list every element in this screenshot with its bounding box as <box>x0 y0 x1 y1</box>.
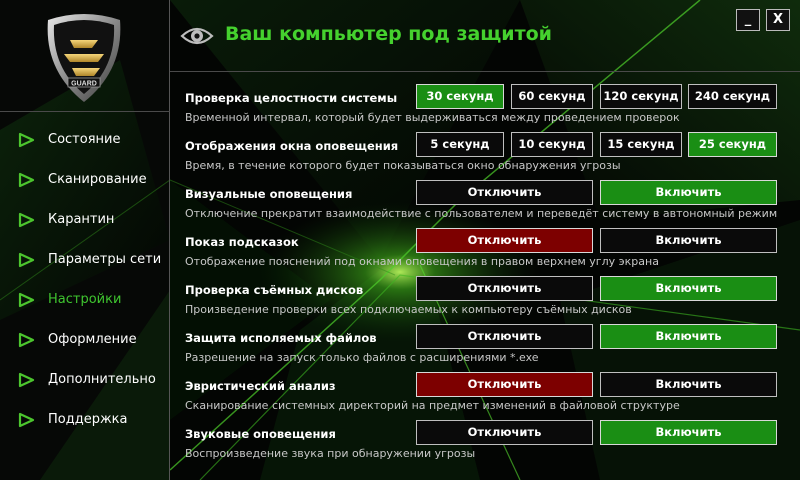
setting-executable-protection: Защита исполяемых файлов Отключить Включ… <box>170 322 800 370</box>
setting-visual-alerts: Визуальные оповещения Отключить Включить… <box>170 178 800 226</box>
setting-integrity-check: Проверка целостности системы 30 секунд 6… <box>170 82 800 130</box>
eye-icon <box>180 27 214 45</box>
setting-sound-alerts: Звуковые оповещения Отключить Включить В… <box>170 418 800 466</box>
play-arrow-icon <box>18 292 35 308</box>
setting-description: Разрешение на запуск только файлов с рас… <box>185 351 539 364</box>
sidebar-item-label: Параметры сети <box>48 252 162 267</box>
option-60-seconds[interactable]: 60 секунд <box>511 84 593 109</box>
header: Ваш компьютер под защитой _ X <box>170 0 800 72</box>
option-15-seconds[interactable]: 15 секунд <box>600 132 682 157</box>
logo-text: GUARD <box>71 81 97 88</box>
setting-description: Время, в течение которого будет показыва… <box>185 159 621 172</box>
sidebar: GUARD Состояние Сканирование Карантин Па… <box>0 0 170 480</box>
setting-label: Отображения окна оповещения <box>185 139 399 153</box>
setting-heuristic-analysis: Эвристический анализ Отключить Включить … <box>170 370 800 418</box>
enable-button[interactable]: Включить <box>600 180 777 205</box>
disable-button[interactable]: Отключить <box>416 228 593 253</box>
sidebar-item-additional[interactable]: Дополнительно <box>0 360 170 400</box>
setting-label: Визуальные оповещения <box>185 187 353 201</box>
option-10-seconds[interactable]: 10 секунд <box>511 132 593 157</box>
setting-description: Временной интервал, который будет выдерж… <box>185 111 680 124</box>
play-arrow-icon <box>18 252 35 268</box>
play-arrow-icon <box>18 172 35 188</box>
setting-label: Проверка съёмных дисков <box>185 283 364 297</box>
setting-show-hints: Показ подсказок Отключить Включить Отобр… <box>170 226 800 274</box>
sidebar-item-label: Состояние <box>48 132 121 147</box>
option-25-seconds[interactable]: 25 секунд <box>688 132 777 157</box>
setting-label: Эвристический анализ <box>185 379 336 393</box>
play-arrow-icon <box>18 372 35 388</box>
play-arrow-icon <box>18 412 35 428</box>
sidebar-item-label: Карантин <box>48 212 115 227</box>
sidebar-item-quarantine[interactable]: Карантин <box>0 200 170 240</box>
enable-button[interactable]: Включить <box>600 372 777 397</box>
sidebar-item-label: Сканирование <box>48 172 147 187</box>
setting-description: Отключение прекратит взаимодействие с по… <box>185 207 778 220</box>
disable-button[interactable]: Отключить <box>416 276 593 301</box>
sidebar-item-support[interactable]: Поддержка <box>0 400 170 440</box>
sidebar-item-label: Поддержка <box>48 412 128 427</box>
setting-label: Защита исполяемых файлов <box>185 331 377 345</box>
option-30-seconds[interactable]: 30 секунд <box>416 84 504 109</box>
setting-description: Воспроизведение звука при обнаружении уг… <box>185 447 476 460</box>
sidebar-item-label: Настройки <box>48 292 122 307</box>
option-240-seconds[interactable]: 240 секунд <box>688 84 777 109</box>
play-arrow-icon <box>18 212 35 228</box>
enable-button[interactable]: Включить <box>600 228 777 253</box>
setting-alert-window: Отображения окна оповещения 5 секунд 10 … <box>170 130 800 178</box>
settings-list: Проверка целостности системы 30 секунд 6… <box>170 82 800 480</box>
sidebar-item-status[interactable]: Состояние <box>0 120 170 160</box>
minimize-button[interactable]: _ <box>736 9 760 31</box>
setting-label: Показ подсказок <box>185 235 299 249</box>
play-arrow-icon <box>18 332 35 348</box>
sidebar-item-settings[interactable]: Настройки <box>0 280 170 320</box>
sidebar-item-network[interactable]: Параметры сети <box>0 240 170 280</box>
guard-shield-logo: GUARD <box>47 14 121 102</box>
sidebar-item-appearance[interactable]: Оформление <box>0 320 170 360</box>
close-button[interactable]: X <box>766 9 790 31</box>
setting-label: Проверка целостности системы <box>185 91 398 105</box>
sidebar-item-label: Дополнительно <box>48 372 156 387</box>
setting-description: Произведение проверки всех подключаемых … <box>185 303 632 316</box>
setting-label: Звуковые оповещения <box>185 427 336 441</box>
setting-description: Отображение пояснений под окнами оповеще… <box>185 255 659 268</box>
enable-button[interactable]: Включить <box>600 324 777 349</box>
disable-button[interactable]: Отключить <box>416 372 593 397</box>
disable-button[interactable]: Отключить <box>416 324 593 349</box>
disable-button[interactable]: Отключить <box>416 420 593 445</box>
play-arrow-icon <box>18 132 35 148</box>
enable-button[interactable]: Включить <box>600 420 777 445</box>
option-5-seconds[interactable]: 5 секунд <box>416 132 504 157</box>
sidebar-item-scan[interactable]: Сканирование <box>0 160 170 200</box>
page-title: Ваш компьютер под защитой <box>225 23 552 45</box>
enable-button[interactable]: Включить <box>600 276 777 301</box>
setting-description: Сканирование системных директорий на пре… <box>185 399 680 412</box>
logo-area: GUARD <box>0 0 170 112</box>
disable-button[interactable]: Отключить <box>416 180 593 205</box>
sidebar-item-label: Оформление <box>48 332 137 347</box>
setting-removable-drives: Проверка съёмных дисков Отключить Включи… <box>170 274 800 322</box>
option-120-seconds[interactable]: 120 секунд <box>600 84 682 109</box>
